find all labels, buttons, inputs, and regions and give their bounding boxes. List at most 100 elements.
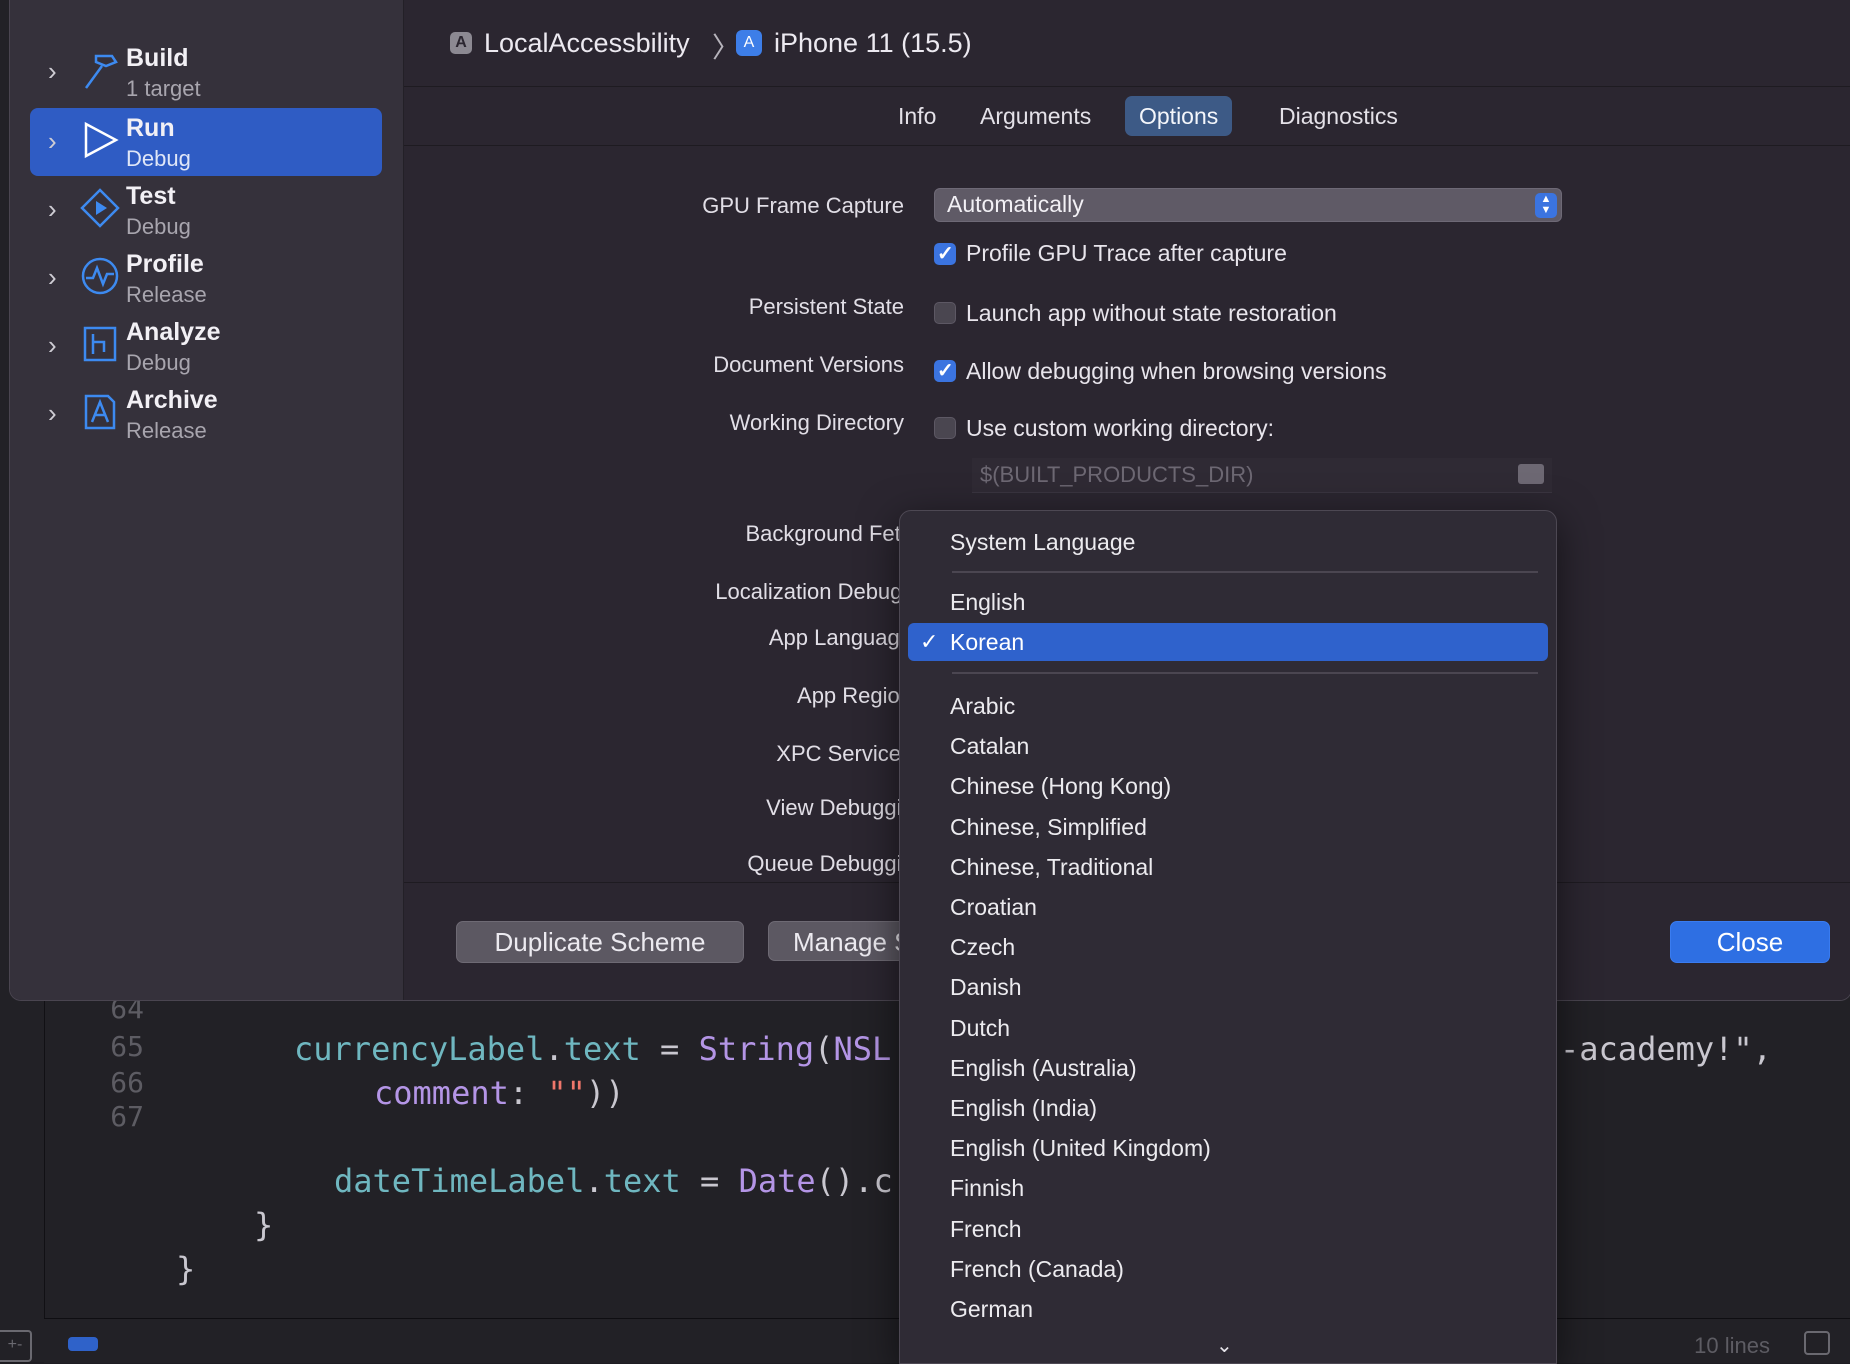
document-versions-label: Document Versions — [713, 352, 904, 377]
chevron-right-icon[interactable]: › — [48, 398, 76, 428]
document-versions-checkbox[interactable] — [934, 358, 956, 383]
background-fetch-label: Background Fetch — [745, 521, 908, 546]
persistent-state-option: Launch app without state restoration — [966, 300, 1337, 326]
menu-item-label: Chinese (Hong Kong) — [950, 773, 1172, 800]
scheme-actions-sidebar: › Build 1 target › Run Debug › Test Debu… — [10, 0, 404, 1000]
code-line: } — [176, 1250, 196, 1288]
popup-stepper-icon: ▲ ▼ — [1535, 193, 1557, 218]
action-name: Profile — [126, 250, 204, 278]
menu-item-label: Catalan — [950, 733, 1030, 760]
menu-item-language[interactable]: Chinese, Traditional — [908, 848, 1548, 886]
menu-item-system-language[interactable]: System Language — [908, 523, 1548, 561]
menu-item-label: Danish — [950, 974, 1022, 1001]
menu-item-language[interactable]: English (India) — [908, 1089, 1548, 1127]
menu-item-label: English (India) — [950, 1095, 1098, 1121]
document-versions-option: Allow debugging when browsing versions — [966, 358, 1387, 384]
chevron-right-icon[interactable]: › — [48, 262, 76, 292]
working-directory-checkbox[interactable] — [934, 417, 956, 439]
menu-item-label: French — [950, 1215, 1022, 1242]
menu-item-korean[interactable]: ✓ Korean — [908, 623, 1548, 661]
menu-item-label: Finnish — [950, 1175, 1025, 1202]
checkmark-icon: ✓ — [920, 629, 939, 654]
minimap-icon[interactable] — [1804, 1331, 1830, 1355]
menu-item-label: Czech — [950, 934, 1016, 961]
menu-item-label: English (Australia) — [950, 1054, 1137, 1081]
sidebar-item-run[interactable]: › Run Debug — [30, 108, 382, 176]
action-config: Release — [126, 282, 207, 307]
action-name: Archive — [126, 386, 218, 414]
action-name: Run — [126, 114, 175, 142]
analyze-icon — [83, 326, 117, 362]
working-directory-label: Working Directory — [729, 410, 904, 435]
tab-diagnostics[interactable]: Diagnostics — [1265, 96, 1412, 136]
options-labels: GPU Frame Capture Persistent State Docum… — [404, 0, 908, 880]
menu-item-language[interactable]: Czech — [908, 928, 1548, 966]
archive-icon — [84, 394, 116, 430]
menu-item-language[interactable]: Chinese, Simplified — [908, 808, 1548, 846]
code-line: dateTimeLabel.text = Date().c — [334, 1162, 893, 1200]
play-icon — [84, 121, 119, 159]
sidebar-item-analyze[interactable]: › Analyze Debug — [30, 312, 382, 380]
sidebar-item-build[interactable]: › Build 1 target — [30, 38, 382, 106]
xpc-services-label: XPC Services — [776, 741, 908, 766]
view-debugging-label: View Debugging — [766, 795, 908, 820]
sidebar-item-archive[interactable]: › Archive Release — [30, 380, 382, 448]
menu-item-language[interactable]: French — [908, 1210, 1548, 1248]
menu-item-label: Chinese, Simplified — [950, 813, 1147, 840]
profile-gpu-trace-checkbox[interactable] — [934, 241, 956, 266]
sidebar-item-test[interactable]: › Test Debug — [30, 176, 382, 244]
action-name: Analyze — [126, 318, 221, 346]
action-config: Debug — [126, 214, 191, 239]
action-name: Build — [126, 44, 189, 72]
duplicate-scheme-button[interactable]: Duplicate Scheme — [456, 921, 744, 963]
code-line: comment: "")) — [374, 1074, 625, 1112]
gpu-frame-capture-popup[interactable]: Automatically ▲ ▼ — [934, 188, 1562, 222]
menu-item-label: French (Canada) — [950, 1255, 1124, 1282]
close-button[interactable]: Close — [1670, 921, 1830, 963]
menu-item-label: German — [950, 1296, 1034, 1322]
code-fragment: -academy!", — [1560, 1030, 1772, 1068]
menu-item-language[interactable]: Croatian — [908, 888, 1548, 926]
menu-item-label: Chinese, Traditional — [950, 853, 1154, 880]
chevron-right-icon[interactable]: › — [48, 194, 76, 224]
sidebar-item-profile[interactable]: › Profile Release — [30, 244, 382, 312]
menu-item-language[interactable]: German — [908, 1290, 1548, 1328]
menu-separator — [952, 571, 1538, 573]
localization-debugging-label: Localization Debugging — [715, 579, 908, 604]
persistent-state-checkbox[interactable] — [934, 302, 956, 324]
line-number: 65 — [110, 1030, 144, 1063]
menu-item-language[interactable]: Dutch — [908, 1009, 1548, 1047]
app-language-menu[interactable]: System Language English ✓ Korean Arabic C… — [899, 510, 1557, 1364]
chevron-right-icon[interactable]: › — [48, 126, 76, 156]
action-config: Debug — [126, 146, 191, 171]
line-number: 67 — [110, 1100, 144, 1133]
menu-item-language[interactable]: English (Australia) — [908, 1049, 1548, 1087]
app-region-label: App Region — [797, 683, 908, 708]
menu-item-language[interactable]: Chinese (Hong Kong) — [908, 767, 1548, 805]
menu-item-language[interactable]: French (Canada) — [908, 1250, 1548, 1288]
add-remove-icon[interactable]: +- — [0, 1330, 32, 1362]
chevron-down-icon[interactable]: ⌄ — [1216, 1333, 1233, 1358]
menu-item-label: Korean — [950, 629, 1025, 655]
line-number: 66 — [110, 1066, 144, 1099]
tab-arguments[interactable]: Arguments — [966, 96, 1105, 136]
menu-item-label: Dutch — [950, 1014, 1011, 1041]
tab-options[interactable]: Options — [1125, 96, 1233, 136]
menu-item-language[interactable]: Danish — [908, 968, 1548, 1006]
chevron-right-icon[interactable]: › — [48, 330, 76, 360]
queue-debugging-label: Queue Debugging — [747, 851, 908, 876]
menu-item-language[interactable]: Arabic — [908, 687, 1548, 725]
menu-item-english[interactable]: English — [908, 583, 1548, 621]
menu-item-label: System Language — [950, 529, 1136, 555]
folder-icon[interactable] — [1518, 464, 1544, 484]
working-directory-placeholder: $(BUILT_PRODUCTS_DIR) — [980, 462, 1254, 487]
chevron-right-icon[interactable]: › — [48, 56, 76, 86]
status-badge[interactable] — [68, 1337, 98, 1351]
menu-item-label: English — [950, 589, 1026, 615]
code-line: } — [254, 1206, 274, 1244]
menu-item-language[interactable]: Catalan — [908, 727, 1548, 765]
menu-item-language[interactable]: Finnish — [908, 1169, 1548, 1207]
menu-item-language[interactable]: English (United Kingdom) — [908, 1129, 1548, 1167]
action-config: Debug — [126, 350, 191, 375]
working-directory-field[interactable]: $(BUILT_PRODUCTS_DIR) — [972, 458, 1552, 493]
